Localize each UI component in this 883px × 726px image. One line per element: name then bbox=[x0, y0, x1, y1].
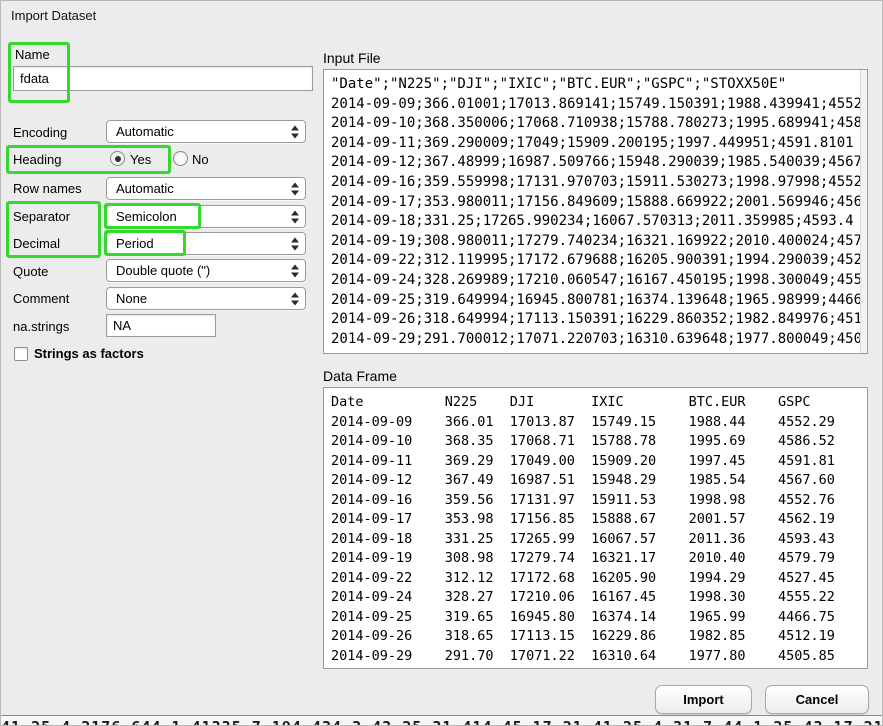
input-file-preview[interactable]: "Date";"N225";"DJI";"IXIC";"BTC.EUR";"GS… bbox=[323, 69, 868, 354]
data-frame-row: 2014-09-17 353.98 17156.85 15888.67 2001… bbox=[331, 510, 867, 530]
data-frame-row: 2014-09-16 359.56 17131.97 15911.53 1998… bbox=[331, 491, 867, 511]
heading-label: Heading bbox=[13, 152, 61, 167]
input-file-line: 2014-09-12;367.48999;16987.509766;15948.… bbox=[331, 153, 867, 173]
strings-as-factors-checkbox[interactable] bbox=[14, 347, 28, 361]
import-dataset-dialog: Import Dataset Name fdata Encoding Autom… bbox=[0, 0, 883, 726]
data-frame-preview[interactable]: Date N225 DJI IXIC BTC.EUR GSPC2014-09-0… bbox=[323, 387, 868, 669]
data-frame-heading: Data Frame bbox=[323, 368, 397, 384]
import-button[interactable]: Import bbox=[655, 685, 752, 714]
input-file-line: 2014-09-10;368.350006;17068.710938;15788… bbox=[331, 114, 867, 134]
na-strings-input-value: NA bbox=[113, 318, 131, 333]
input-file-line: 2014-09-11;369.290009;17049;15909.200195… bbox=[331, 134, 867, 154]
data-frame-row: 2014-09-29 291.70 17071.22 16310.64 1977… bbox=[331, 647, 867, 667]
quote-label: Quote bbox=[13, 264, 48, 279]
heading-yes-label[interactable]: Yes bbox=[130, 152, 151, 167]
input-file-heading: Input File bbox=[323, 50, 381, 66]
data-frame-header-row: Date N225 DJI IXIC BTC.EUR GSPC bbox=[331, 393, 867, 413]
cancel-button[interactable]: Cancel bbox=[765, 685, 869, 714]
dropdown-arrows-icon bbox=[291, 210, 299, 223]
quote-selected-value: Double quote (") bbox=[116, 263, 210, 278]
row-names-label: Row names bbox=[13, 181, 82, 196]
row-names-select[interactable]: Automatic bbox=[106, 177, 306, 200]
data-frame-row: 2014-09-18 331.25 17265.99 16067.57 2011… bbox=[331, 530, 867, 550]
row-names-selected-value: Automatic bbox=[116, 181, 174, 196]
data-frame-row: 2014-09-26 318.65 17113.15 16229.86 1982… bbox=[331, 627, 867, 647]
dropdown-arrows-icon bbox=[291, 292, 299, 305]
input-file-line: "Date";"N225";"DJI";"IXIC";"BTC.EUR";"GS… bbox=[331, 75, 867, 95]
na-strings-input[interactable]: NA bbox=[106, 314, 216, 337]
data-frame-row: 2014-09-09 366.01 17013.87 15749.15 1988… bbox=[331, 413, 867, 433]
input-file-line: 2014-09-16;359.559998;17131.970703;15911… bbox=[331, 173, 867, 193]
data-frame-row: 2014-09-22 312.12 17172.68 16205.90 1994… bbox=[331, 569, 867, 589]
separator-label: Separator bbox=[13, 209, 70, 224]
data-frame-row: 2014-09-11 369.29 17049.00 15909.20 1997… bbox=[331, 452, 867, 472]
data-frame-row: 2014-09-25 319.65 16945.80 16374.14 1965… bbox=[331, 608, 867, 628]
dropdown-arrows-icon bbox=[291, 264, 299, 277]
decimal-label: Decimal bbox=[13, 236, 60, 251]
input-file-line: 2014-09-26;318.649994;17113.150391;16229… bbox=[331, 310, 867, 330]
input-file-line: 2014-09-17;353.980011;17156.849609;15888… bbox=[331, 193, 867, 213]
input-file-line: 2014-09-18;331.25;17265.990234;16067.570… bbox=[331, 212, 867, 232]
na-strings-label: na.strings bbox=[13, 319, 69, 334]
separator-selected-value: Semicolon bbox=[116, 209, 177, 224]
input-file-line: 2014-09-24;328.269989;17210.060547;16167… bbox=[331, 271, 867, 291]
separator-select[interactable]: Semicolon bbox=[106, 205, 306, 228]
dialog-title: Import Dataset bbox=[11, 8, 96, 23]
data-frame-row: 2014-09-19 308.98 17279.74 16321.17 2010… bbox=[331, 549, 867, 569]
comment-select[interactable]: None bbox=[106, 287, 306, 310]
decimal-selected-value: Period bbox=[116, 236, 154, 251]
name-input[interactable]: fdata bbox=[13, 66, 313, 91]
heading-no-label[interactable]: No bbox=[192, 152, 209, 167]
radio-dot bbox=[115, 156, 121, 162]
input-file-scrollbar[interactable] bbox=[860, 70, 867, 353]
input-file-line: 2014-09-22;312.119995;17172.679688;16205… bbox=[331, 251, 867, 271]
background-clipped-text: 41.25 4.2176 644 1.41335 7.194 434.3 43.… bbox=[1, 717, 883, 726]
input-file-line: 2014-09-09;366.01001;17013.869141;15749.… bbox=[331, 95, 867, 115]
comment-selected-value: None bbox=[116, 291, 147, 306]
heading-no-radio[interactable] bbox=[173, 151, 188, 166]
decimal-select[interactable]: Period bbox=[106, 232, 306, 255]
input-file-line: 2014-09-29;291.700012;17071.220703;16310… bbox=[331, 330, 867, 350]
input-file-line: 2014-09-19;308.980011;17279.740234;16321… bbox=[331, 232, 867, 252]
dropdown-arrows-icon bbox=[291, 182, 299, 195]
strings-as-factors-label[interactable]: Strings as factors bbox=[34, 346, 144, 361]
quote-select[interactable]: Double quote (") bbox=[106, 259, 306, 282]
encoding-label: Encoding bbox=[13, 125, 67, 140]
data-frame-row: 2014-09-12 367.49 16987.51 15948.29 1985… bbox=[331, 471, 867, 491]
name-input-value: fdata bbox=[20, 71, 49, 86]
dropdown-arrows-icon bbox=[291, 125, 299, 138]
heading-yes-radio[interactable] bbox=[110, 151, 125, 166]
comment-label: Comment bbox=[13, 291, 69, 306]
data-frame-content: Date N225 DJI IXIC BTC.EUR GSPC2014-09-0… bbox=[331, 393, 867, 666]
background-clipped-row: 41.25 4.2176 644 1.41335 7.194 434.3 43.… bbox=[1, 715, 883, 726]
encoding-select[interactable]: Automatic bbox=[106, 120, 306, 143]
dropdown-arrows-icon bbox=[291, 237, 299, 250]
input-file-content: "Date";"N225";"DJI";"IXIC";"BTC.EUR";"GS… bbox=[331, 75, 867, 349]
data-frame-row: 2014-09-10 368.35 17068.71 15788.78 1995… bbox=[331, 432, 867, 452]
encoding-selected-value: Automatic bbox=[116, 124, 174, 139]
name-label: Name bbox=[15, 47, 50, 62]
input-file-line: 2014-09-25;319.649994;16945.800781;16374… bbox=[331, 291, 867, 311]
data-frame-row: 2014-09-24 328.27 17210.06 16167.45 1998… bbox=[331, 588, 867, 608]
